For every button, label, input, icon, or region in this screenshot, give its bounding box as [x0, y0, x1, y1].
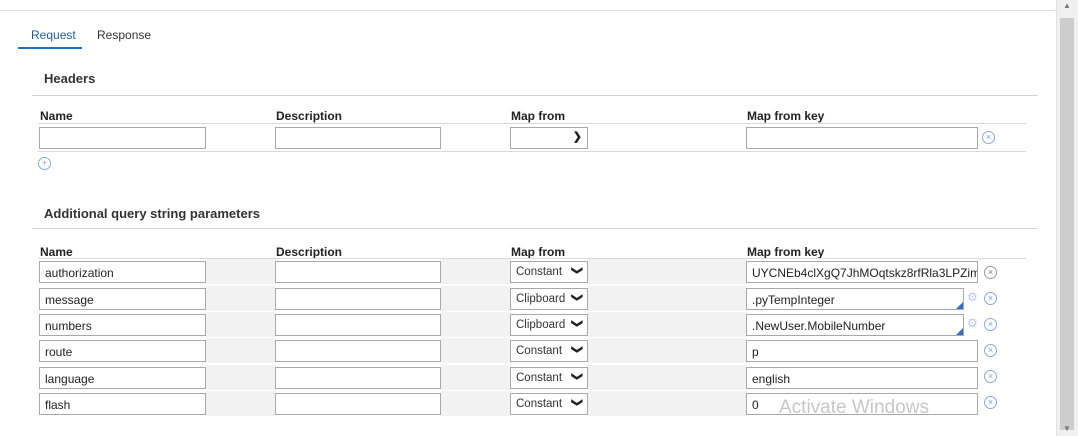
- cell-background: [588, 338, 747, 363]
- chevron-down-icon: ❯: [572, 131, 582, 143]
- delete-row-icon[interactable]: ×: [984, 370, 997, 383]
- param-map-from-key-input[interactable]: UYCNEb4clXgQ7JhMOqtskz8rfRla3LPZimA: [746, 261, 978, 283]
- top-divider: [0, 10, 1055, 11]
- chevron-down-icon: ❯: [570, 371, 583, 382]
- header-map-from-key-input[interactable]: [746, 127, 978, 149]
- param-name-input[interactable]: authorization: [39, 261, 206, 283]
- param-map-from-select[interactable]: Clipboard ❯: [510, 314, 588, 336]
- cell-background: [441, 312, 511, 337]
- param-name-input[interactable]: numbers: [39, 314, 206, 336]
- param-description-input[interactable]: [275, 367, 441, 389]
- cell-background: [588, 391, 747, 416]
- param-map-from-value: Constant: [516, 345, 563, 357]
- cell-background: [588, 259, 747, 284]
- delete-row-icon[interactable]: ×: [984, 318, 997, 331]
- cell-background: [206, 365, 276, 390]
- delete-row-icon[interactable]: ×: [982, 131, 995, 144]
- cell-background: [206, 338, 276, 363]
- param-description-input[interactable]: [275, 288, 441, 310]
- headers-col-description: Description: [276, 109, 343, 123]
- query-col-name: Name: [40, 245, 73, 259]
- param-map-from-select[interactable]: Clipboard ❯: [510, 288, 588, 310]
- cell-background: [441, 338, 511, 363]
- param-map-from-key-input[interactable]: p: [746, 340, 978, 362]
- cell-background: [588, 312, 747, 337]
- headers-row-line: [38, 151, 1026, 152]
- chevron-down-icon: ❯: [570, 344, 583, 355]
- delete-row-icon[interactable]: ×: [984, 344, 997, 357]
- cell-background: [206, 391, 276, 416]
- cell-background: [588, 365, 747, 390]
- param-name-input[interactable]: language: [39, 367, 206, 389]
- headers-col-name: Name: [40, 109, 73, 123]
- tab-active-indicator: [18, 47, 82, 49]
- cell-background: [588, 286, 747, 311]
- scroll-up-icon[interactable]: ▲: [1063, 1, 1071, 10]
- param-map-from-select[interactable]: Constant ❯: [510, 367, 588, 389]
- chevron-down-icon: ❯: [570, 292, 583, 303]
- param-map-from-value: Constant: [516, 266, 563, 278]
- param-name-input[interactable]: message: [39, 288, 206, 310]
- tab-response[interactable]: Response: [97, 28, 151, 50]
- query-col-map-from-key: Map from key: [747, 245, 825, 259]
- delete-row-icon[interactable]: ×: [984, 396, 997, 409]
- query-header-line: [38, 258, 1026, 259]
- cell-background: [441, 365, 511, 390]
- cell-background: [441, 259, 511, 284]
- param-name-input[interactable]: flash: [39, 393, 206, 415]
- cell-background: [441, 391, 511, 416]
- header-name-input[interactable]: [39, 127, 206, 149]
- param-map-from-value: Clipboard: [516, 319, 566, 331]
- autocomplete-corner-icon: [956, 302, 963, 309]
- query-divider: [32, 228, 1038, 229]
- headers-header-line: [38, 123, 1026, 124]
- activate-windows-watermark: Activate Windows: [779, 397, 929, 418]
- gear-icon[interactable]: ⚙: [967, 316, 978, 330]
- add-row-icon[interactable]: +: [38, 157, 51, 170]
- headers-title: Headers: [44, 71, 96, 86]
- delete-row-icon[interactable]: ×: [984, 266, 997, 279]
- delete-row-icon[interactable]: ×: [984, 292, 997, 305]
- param-map-from-key-input[interactable]: .NewUser.MobileNumber: [746, 314, 964, 336]
- cell-background: [206, 286, 276, 311]
- cell-background: [206, 312, 276, 337]
- chevron-down-icon: ❯: [570, 397, 583, 408]
- param-name-input[interactable]: route: [39, 340, 206, 362]
- headers-divider: [32, 95, 1038, 96]
- cell-background: [206, 259, 276, 284]
- param-map-from-value: Constant: [516, 372, 563, 384]
- param-map-from-select[interactable]: Constant ❯: [510, 393, 588, 415]
- headers-col-map-from: Map from: [511, 109, 565, 123]
- chevron-down-icon: ❯: [570, 318, 583, 329]
- param-map-from-key-input[interactable]: .pyTempInteger: [746, 288, 964, 310]
- scrollbar-thumb[interactable]: [1060, 18, 1074, 430]
- gear-icon[interactable]: ⚙: [967, 290, 978, 304]
- cell-background: [441, 286, 511, 311]
- param-map-from-value: Constant: [516, 398, 563, 410]
- param-map-from-value: Clipboard: [516, 293, 566, 305]
- window-edge: [1078, 0, 1092, 436]
- query-col-description: Description: [276, 245, 343, 259]
- param-description-input[interactable]: [275, 340, 441, 362]
- header-map-from-select[interactable]: ❯: [510, 127, 588, 149]
- param-description-input[interactable]: [275, 314, 441, 336]
- param-map-from-key-input[interactable]: english: [746, 367, 978, 389]
- chevron-down-icon: ❯: [570, 265, 583, 276]
- query-title: Additional query string parameters: [44, 206, 260, 221]
- param-map-from-select[interactable]: Constant ❯: [510, 261, 588, 283]
- header-description-input[interactable]: [275, 127, 441, 149]
- autocomplete-corner-icon: [956, 328, 963, 335]
- headers-col-map-from-key: Map from key: [747, 109, 825, 123]
- scroll-down-icon[interactable]: ▼: [1063, 424, 1071, 433]
- query-col-map-from: Map from: [511, 245, 565, 259]
- param-description-input[interactable]: [275, 393, 441, 415]
- param-description-input[interactable]: [275, 261, 441, 283]
- param-map-from-select[interactable]: Constant ❯: [510, 340, 588, 362]
